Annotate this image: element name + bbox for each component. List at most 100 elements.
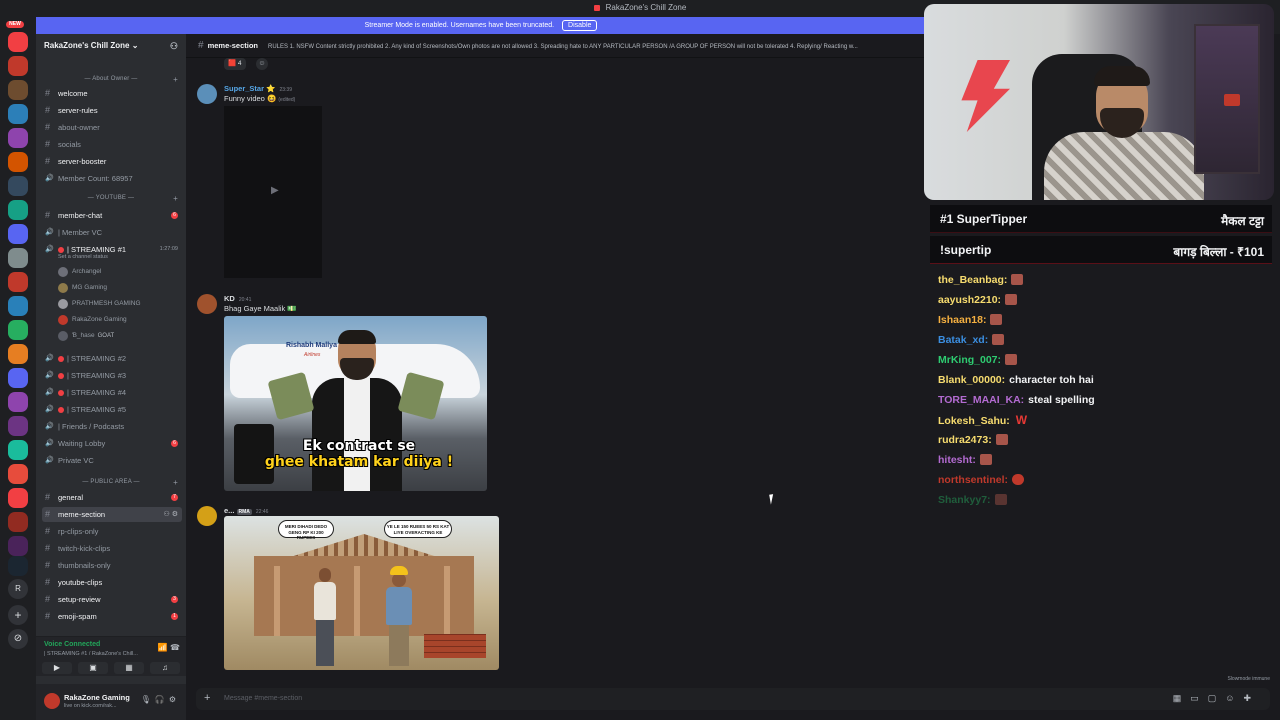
- emoji-icon[interactable]: ☺: [1225, 693, 1243, 703]
- server-icon[interactable]: R: [8, 579, 28, 599]
- message-input[interactable]: Message #meme-section: [224, 695, 302, 702]
- message-author[interactable]: KD 20:41: [224, 294, 251, 303]
- channel-thumbnails-only[interactable]: # thumbnails-only: [42, 558, 182, 573]
- camera-icon[interactable]: ▶: [42, 662, 72, 674]
- voice-member[interactable]: MG Gaming: [58, 280, 107, 295]
- server-icon[interactable]: [8, 176, 28, 196]
- voice-channel-name[interactable]: | STREAMING #1 / RakaZone's Chill...: [44, 651, 138, 657]
- category-about-owner[interactable]: — About Owner — +: [36, 75, 186, 84]
- server-icon[interactable]: [8, 56, 28, 76]
- voice-status[interactable]: Voice Connected: [44, 641, 100, 648]
- channel-twitch-kick-clips[interactable]: # twitch-kick-clips: [42, 541, 182, 556]
- gift-icon[interactable]: ▦: [1173, 693, 1191, 703]
- user-name[interactable]: RakaZone Gaming: [64, 693, 130, 702]
- channel-member-vc[interactable]: 🔊 | Member VC: [42, 225, 182, 240]
- channel-waiting-lobby[interactable]: 🔊 Waiting Lobby 6: [42, 436, 182, 451]
- activities-icon[interactable]: ▦: [114, 662, 144, 674]
- channel-status[interactable]: Set a channel status: [42, 251, 182, 261]
- category-public-area[interactable]: — PUBLIC AREA — +: [36, 478, 186, 487]
- channel-setup-review[interactable]: # setup-review 3: [42, 592, 182, 607]
- add-server-icon[interactable]: +: [8, 605, 28, 625]
- headphones-icon[interactable]: 🎧: [155, 695, 169, 704]
- channel-streaming-2[interactable]: 🔊 | STREAMING #2: [42, 351, 182, 366]
- soundboard-icon[interactable]: ♫: [150, 662, 180, 674]
- server-icon[interactable]: [8, 392, 28, 412]
- disconnect-icon[interactable]: 📶 ☎: [158, 643, 180, 652]
- server-icon[interactable]: [8, 248, 28, 268]
- video-attachment[interactable]: ▶: [224, 106, 322, 278]
- server-icon[interactable]: [8, 488, 28, 508]
- gif-icon[interactable]: ▭: [1190, 693, 1208, 703]
- sticker-icon[interactable]: ▢: [1208, 693, 1226, 703]
- channel-welcome[interactable]: # welcome: [42, 86, 182, 101]
- server-icon[interactable]: [8, 224, 28, 244]
- server-header[interactable]: RakaZone's Chill Zone ⌄ ⚇: [36, 34, 186, 58]
- server-icon[interactable]: [8, 440, 28, 460]
- channel-streaming-5[interactable]: 🔊 | STREAMING #5: [42, 402, 182, 417]
- channel-socials[interactable]: # socials: [42, 137, 182, 152]
- message-author[interactable]: e... RMA 22:46: [224, 506, 268, 515]
- server-icon[interactable]: [8, 296, 28, 316]
- server-icon[interactable]: [8, 128, 28, 148]
- server-icon[interactable]: [8, 200, 28, 220]
- apps-icon[interactable]: ✚: [1243, 693, 1260, 703]
- play-icon[interactable]: ▶: [271, 185, 279, 196]
- disable-streamer-mode-button[interactable]: Disable: [562, 20, 598, 31]
- server-icon[interactable]: [8, 512, 28, 532]
- gear-icon[interactable]: ⚙: [169, 695, 180, 704]
- add-member-icon[interactable]: ⚇: [170, 41, 178, 52]
- meme-image-attachment[interactable]: MERI DIHADI DEDO GENG RP KI 200 RUPEES Y…: [224, 516, 499, 670]
- screen-share-icon[interactable]: ▣: [78, 662, 108, 674]
- server-icon[interactable]: [8, 272, 28, 292]
- channel-streaming-3[interactable]: 🔊 | STREAMING #3: [42, 368, 182, 383]
- hash-icon: #: [45, 594, 51, 604]
- voice-member[interactable]: RakaZone Gaming: [58, 312, 127, 327]
- avatar[interactable]: [197, 294, 217, 314]
- voice-member[interactable]: Ɓ_hase GOAT: [58, 328, 114, 343]
- channel-member-count[interactable]: 🔊 Member Count: 68957: [42, 171, 182, 186]
- server-icon[interactable]: [8, 80, 28, 100]
- super-tipper-label: #1 SuperTipper: [940, 212, 1028, 226]
- avatar[interactable]: [197, 506, 217, 526]
- contractor-graphic: [384, 566, 414, 666]
- server-icon[interactable]: [8, 464, 28, 484]
- explore-servers-icon[interactable]: ⊘: [8, 629, 28, 649]
- streamer-mode-banner: Streamer Mode is enabled. Usernames have…: [36, 17, 926, 34]
- server-icon[interactable]: [8, 368, 28, 388]
- avatar[interactable]: [44, 693, 60, 709]
- server-icon[interactable]: [8, 32, 28, 52]
- add-reaction-icon[interactable]: ☺: [256, 58, 268, 70]
- channel-about-owner[interactable]: # about-owner: [42, 120, 182, 135]
- category-youtube[interactable]: — YOUTUBE — +: [36, 194, 186, 203]
- avatar[interactable]: [197, 84, 217, 104]
- message-composer[interactable]: + Message #meme-section ▦▭▢☺✚: [196, 688, 1270, 710]
- channel-topic[interactable]: RULES 1. NSFW Content strictly prohibite…: [268, 44, 858, 50]
- meme-image-attachment[interactable]: Rishabh Mallya Airlines Ek contract se g…: [224, 316, 487, 491]
- microphone-icon[interactable]: 🎙: [141, 695, 155, 704]
- server-icon[interactable]: [8, 152, 28, 172]
- server-icon[interactable]: [8, 320, 28, 340]
- channel-youtube-clips[interactable]: # youtube-clips: [42, 575, 182, 590]
- server-icon[interactable]: [8, 104, 28, 124]
- channel-rp-clips-only[interactable]: # rp-clips-only: [42, 524, 182, 539]
- channel-sidebar: RakaZone's Chill Zone ⌄ ⚇ — About Owner …: [36, 34, 186, 720]
- message-author[interactable]: Super_Star ⭐ 23:39: [224, 84, 292, 93]
- channel-meme-section[interactable]: # meme-section ⚇ ⚙: [42, 507, 182, 522]
- add-attachment-icon[interactable]: +: [204, 692, 210, 704]
- server-icon[interactable]: [8, 536, 28, 556]
- channel-general[interactable]: # general 7: [42, 490, 182, 505]
- channel-server-booster[interactable]: # server-booster: [42, 154, 182, 169]
- voice-member[interactable]: Archangel: [58, 264, 101, 279]
- server-icon[interactable]: [8, 416, 28, 436]
- channel-server-rules[interactable]: # server-rules: [42, 103, 182, 118]
- channel-streaming-4[interactable]: 🔊 | STREAMING #4: [42, 385, 182, 400]
- channel-member-chat[interactable]: # member-chat 6: [42, 208, 182, 223]
- channel-emoji-spam[interactable]: # emoji-spam 1: [42, 609, 182, 624]
- server-icon[interactable]: [8, 344, 28, 364]
- channel-clips-for-editor[interactable]: #clips-for-editor: [42, 626, 182, 628]
- channel-friends-podcasts[interactable]: 🔊 | Friends / Podcasts: [42, 419, 182, 434]
- reaction[interactable]: 🟥 4: [224, 58, 246, 70]
- server-icon[interactable]: [8, 556, 28, 576]
- voice-member[interactable]: PRATHMESH GAMING: [58, 296, 141, 311]
- channel-private-vc[interactable]: 🔊 Private VC: [42, 453, 182, 468]
